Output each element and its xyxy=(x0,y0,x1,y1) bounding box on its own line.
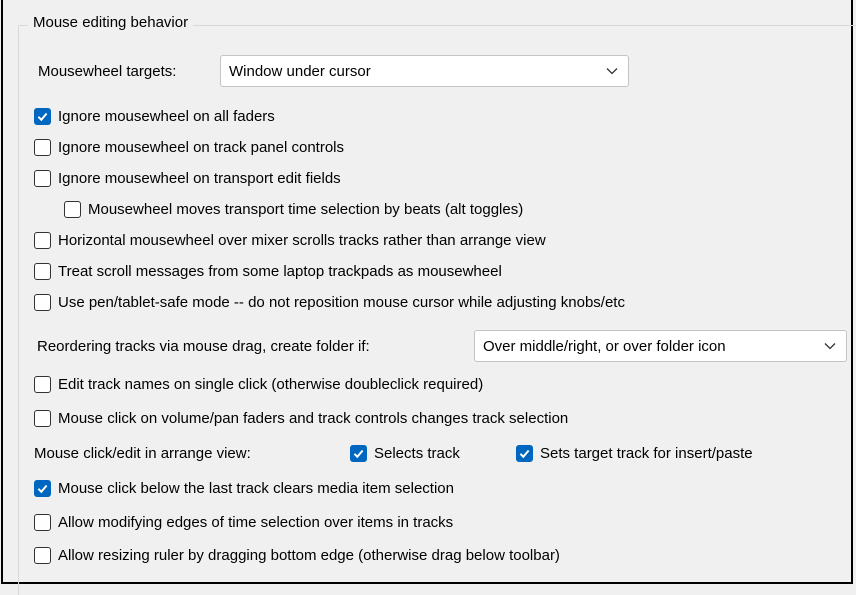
option-transport-by-beats[interactable]: Mousewheel moves transport time selectio… xyxy=(64,198,523,220)
checkbox[interactable] xyxy=(34,409,51,427)
option-label: Mousewheel moves transport time selectio… xyxy=(88,200,524,218)
mousewheel-targets-label: Mousewheel targets: xyxy=(38,62,177,80)
checkbox[interactable] xyxy=(34,107,51,125)
option-selects-track[interactable]: Selects track xyxy=(350,442,460,464)
checkbox[interactable] xyxy=(34,169,51,187)
option-label: Treat scroll messages from some laptop t… xyxy=(58,262,502,280)
checkbox[interactable] xyxy=(516,444,533,462)
option-horizontal-mixer-scroll[interactable]: Horizontal mousewheel over mixer scrolls… xyxy=(34,229,546,251)
checkbox[interactable] xyxy=(34,375,51,393)
option-label: Mouse click below the last track clears … xyxy=(58,479,454,497)
option-pen-tablet-safe[interactable]: Use pen/tablet-safe mode -- do not repos… xyxy=(34,291,625,313)
option-ignore-transport-fields[interactable]: Ignore mousewheel on transport edit fiel… xyxy=(34,167,341,189)
checkbox[interactable] xyxy=(34,479,51,497)
option-resize-ruler[interactable]: Allow resizing ruler by dragging bottom … xyxy=(34,544,560,566)
option-fader-click-selection[interactable]: Mouse click on volume/pan faders and tra… xyxy=(34,407,568,429)
checkbox[interactable] xyxy=(350,444,367,462)
reorder-folder-value: Over middle/right, or over folder icon xyxy=(483,337,726,355)
reorder-folder-label: Reordering tracks via mouse drag, create… xyxy=(37,337,370,355)
checkbox[interactable] xyxy=(64,200,81,218)
checkbox[interactable] xyxy=(34,262,51,280)
reorder-folder-dropdown[interactable]: Over middle/right, or over folder icon xyxy=(474,330,847,362)
option-label: Allow modifying edges of time selection … xyxy=(58,513,454,531)
checkbox[interactable] xyxy=(34,546,51,564)
option-edit-names-single-click[interactable]: Edit track names on single click (otherw… xyxy=(34,373,483,395)
arrange-click-label: Mouse click/edit in arrange view: xyxy=(34,444,251,462)
option-label: Selects track xyxy=(374,444,460,462)
option-label: Sets target track for insert/paste xyxy=(540,444,753,462)
option-label: Ignore mousewheel on transport edit fiel… xyxy=(58,169,341,187)
option-label: Mouse click on volume/pan faders and tra… xyxy=(58,409,569,427)
option-label: Ignore mousewheel on all faders xyxy=(58,107,275,125)
option-modify-time-selection-edges[interactable]: Allow modifying edges of time selection … xyxy=(34,511,453,533)
option-trackpad-scroll[interactable]: Treat scroll messages from some laptop t… xyxy=(34,260,502,282)
mousewheel-targets-value: Window under cursor xyxy=(229,62,371,80)
checkbox[interactable] xyxy=(34,138,51,156)
mousewheel-targets-dropdown[interactable]: Window under cursor xyxy=(220,55,629,87)
checkbox[interactable] xyxy=(34,513,51,531)
option-label: Edit track names on single click (otherw… xyxy=(58,375,484,393)
checkbox[interactable] xyxy=(34,293,51,311)
group-title: Mouse editing behavior xyxy=(28,14,194,31)
checkbox[interactable] xyxy=(34,231,51,249)
chevron-down-icon xyxy=(814,342,846,350)
option-label: Ignore mousewheel on track panel control… xyxy=(58,138,344,156)
option-sets-target-track[interactable]: Sets target track for insert/paste xyxy=(516,442,753,464)
option-ignore-faders[interactable]: Ignore mousewheel on all faders xyxy=(34,105,275,127)
option-label: Use pen/tablet-safe mode -- do not repos… xyxy=(58,293,625,311)
option-click-below-clears[interactable]: Mouse click below the last track clears … xyxy=(34,477,454,499)
chevron-down-icon xyxy=(596,67,628,75)
option-label: Allow resizing ruler by dragging bottom … xyxy=(58,546,560,564)
option-label: Horizontal mousewheel over mixer scrolls… xyxy=(58,231,546,249)
option-ignore-track-panel[interactable]: Ignore mousewheel on track panel control… xyxy=(34,136,344,158)
